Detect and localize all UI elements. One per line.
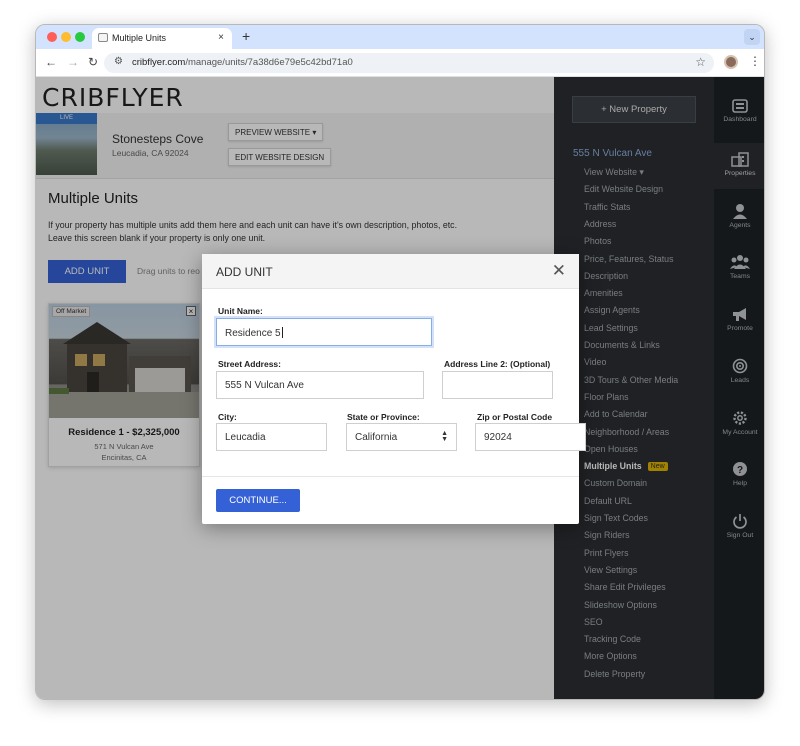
dialog-title: ADD UNIT	[216, 265, 273, 279]
address-line-2-label: Address Line 2: (Optional)	[444, 359, 551, 369]
city-value: Leucadia	[225, 432, 266, 443]
favicon-icon	[98, 33, 108, 42]
unit-name-value: Residence 5	[225, 328, 281, 339]
dialog-header: ADD UNIT ✕	[202, 254, 579, 289]
unit-name-input[interactable]: Residence 5	[216, 318, 432, 346]
street-address-value: 555 N Vulcan Ave	[225, 380, 304, 391]
tab-search-chevron-icon[interactable]: ⌄	[744, 29, 760, 45]
continue-button[interactable]: CONTINUE...	[216, 489, 300, 512]
new-tab-button[interactable]: +	[242, 28, 250, 44]
dialog-divider	[202, 476, 579, 477]
city-label: City:	[218, 412, 237, 422]
url-path: /manage/units/7a38d6e79e5c42bd71a0	[185, 57, 353, 68]
profile-avatar[interactable]	[724, 55, 738, 69]
add-unit-dialog: ADD UNIT ✕ Unit Name: Residence 5 Street…	[202, 254, 586, 524]
maximize-window-button[interactable]	[75, 32, 85, 42]
navigation-bar: ← → ↻ ⚙ cribflyer.com/manage/units/7a38d…	[36, 49, 764, 77]
street-address-label: Street Address:	[218, 359, 281, 369]
state-select[interactable]: California ▲ ▼	[346, 423, 457, 451]
browser-window: Multiple Units × + ⌄ ← → ↻ ⚙ cribflyer.c…	[35, 24, 765, 700]
select-arrows-icon: ▲ ▼	[441, 430, 448, 443]
page: CRIBFLYER LIVE Stonesteps Cove Leucadia,…	[36, 77, 764, 699]
bookmark-star-icon[interactable]: ☆	[695, 55, 706, 69]
close-icon[interactable]: ✕	[552, 261, 566, 281]
city-input[interactable]: Leucadia	[216, 423, 327, 451]
street-address-input[interactable]: 555 N Vulcan Ave	[216, 371, 424, 399]
text-caret	[281, 327, 283, 338]
browser-tab[interactable]: Multiple Units ×	[92, 28, 232, 49]
zip-input[interactable]: 92024	[475, 423, 586, 451]
address-line-2-input[interactable]	[442, 371, 553, 399]
tab-close-icon[interactable]: ×	[218, 32, 224, 43]
tab-title: Multiple Units	[112, 33, 167, 43]
address-bar[interactable]: ⚙ cribflyer.com/manage/units/7a38d6e79e5…	[104, 53, 714, 73]
minimize-window-button[interactable]	[61, 32, 71, 42]
url-domain: cribflyer.com	[132, 57, 186, 68]
browser-menu-icon[interactable]: ⋮	[749, 54, 761, 68]
close-window-button[interactable]	[47, 32, 57, 42]
forward-arrow-icon[interactable]: →	[67, 55, 79, 69]
back-arrow-icon[interactable]: ←	[45, 55, 57, 69]
zip-value: 92024	[484, 432, 512, 443]
site-settings-icon[interactable]: ⚙	[114, 56, 123, 67]
reload-icon[interactable]: ↻	[88, 55, 98, 69]
state-label: State or Province:	[347, 412, 420, 422]
state-value: California	[355, 432, 398, 443]
zip-label: Zip or Postal Code	[477, 412, 553, 422]
unit-name-label: Unit Name:	[218, 306, 263, 316]
tab-bar: Multiple Units × + ⌄	[36, 25, 764, 49]
